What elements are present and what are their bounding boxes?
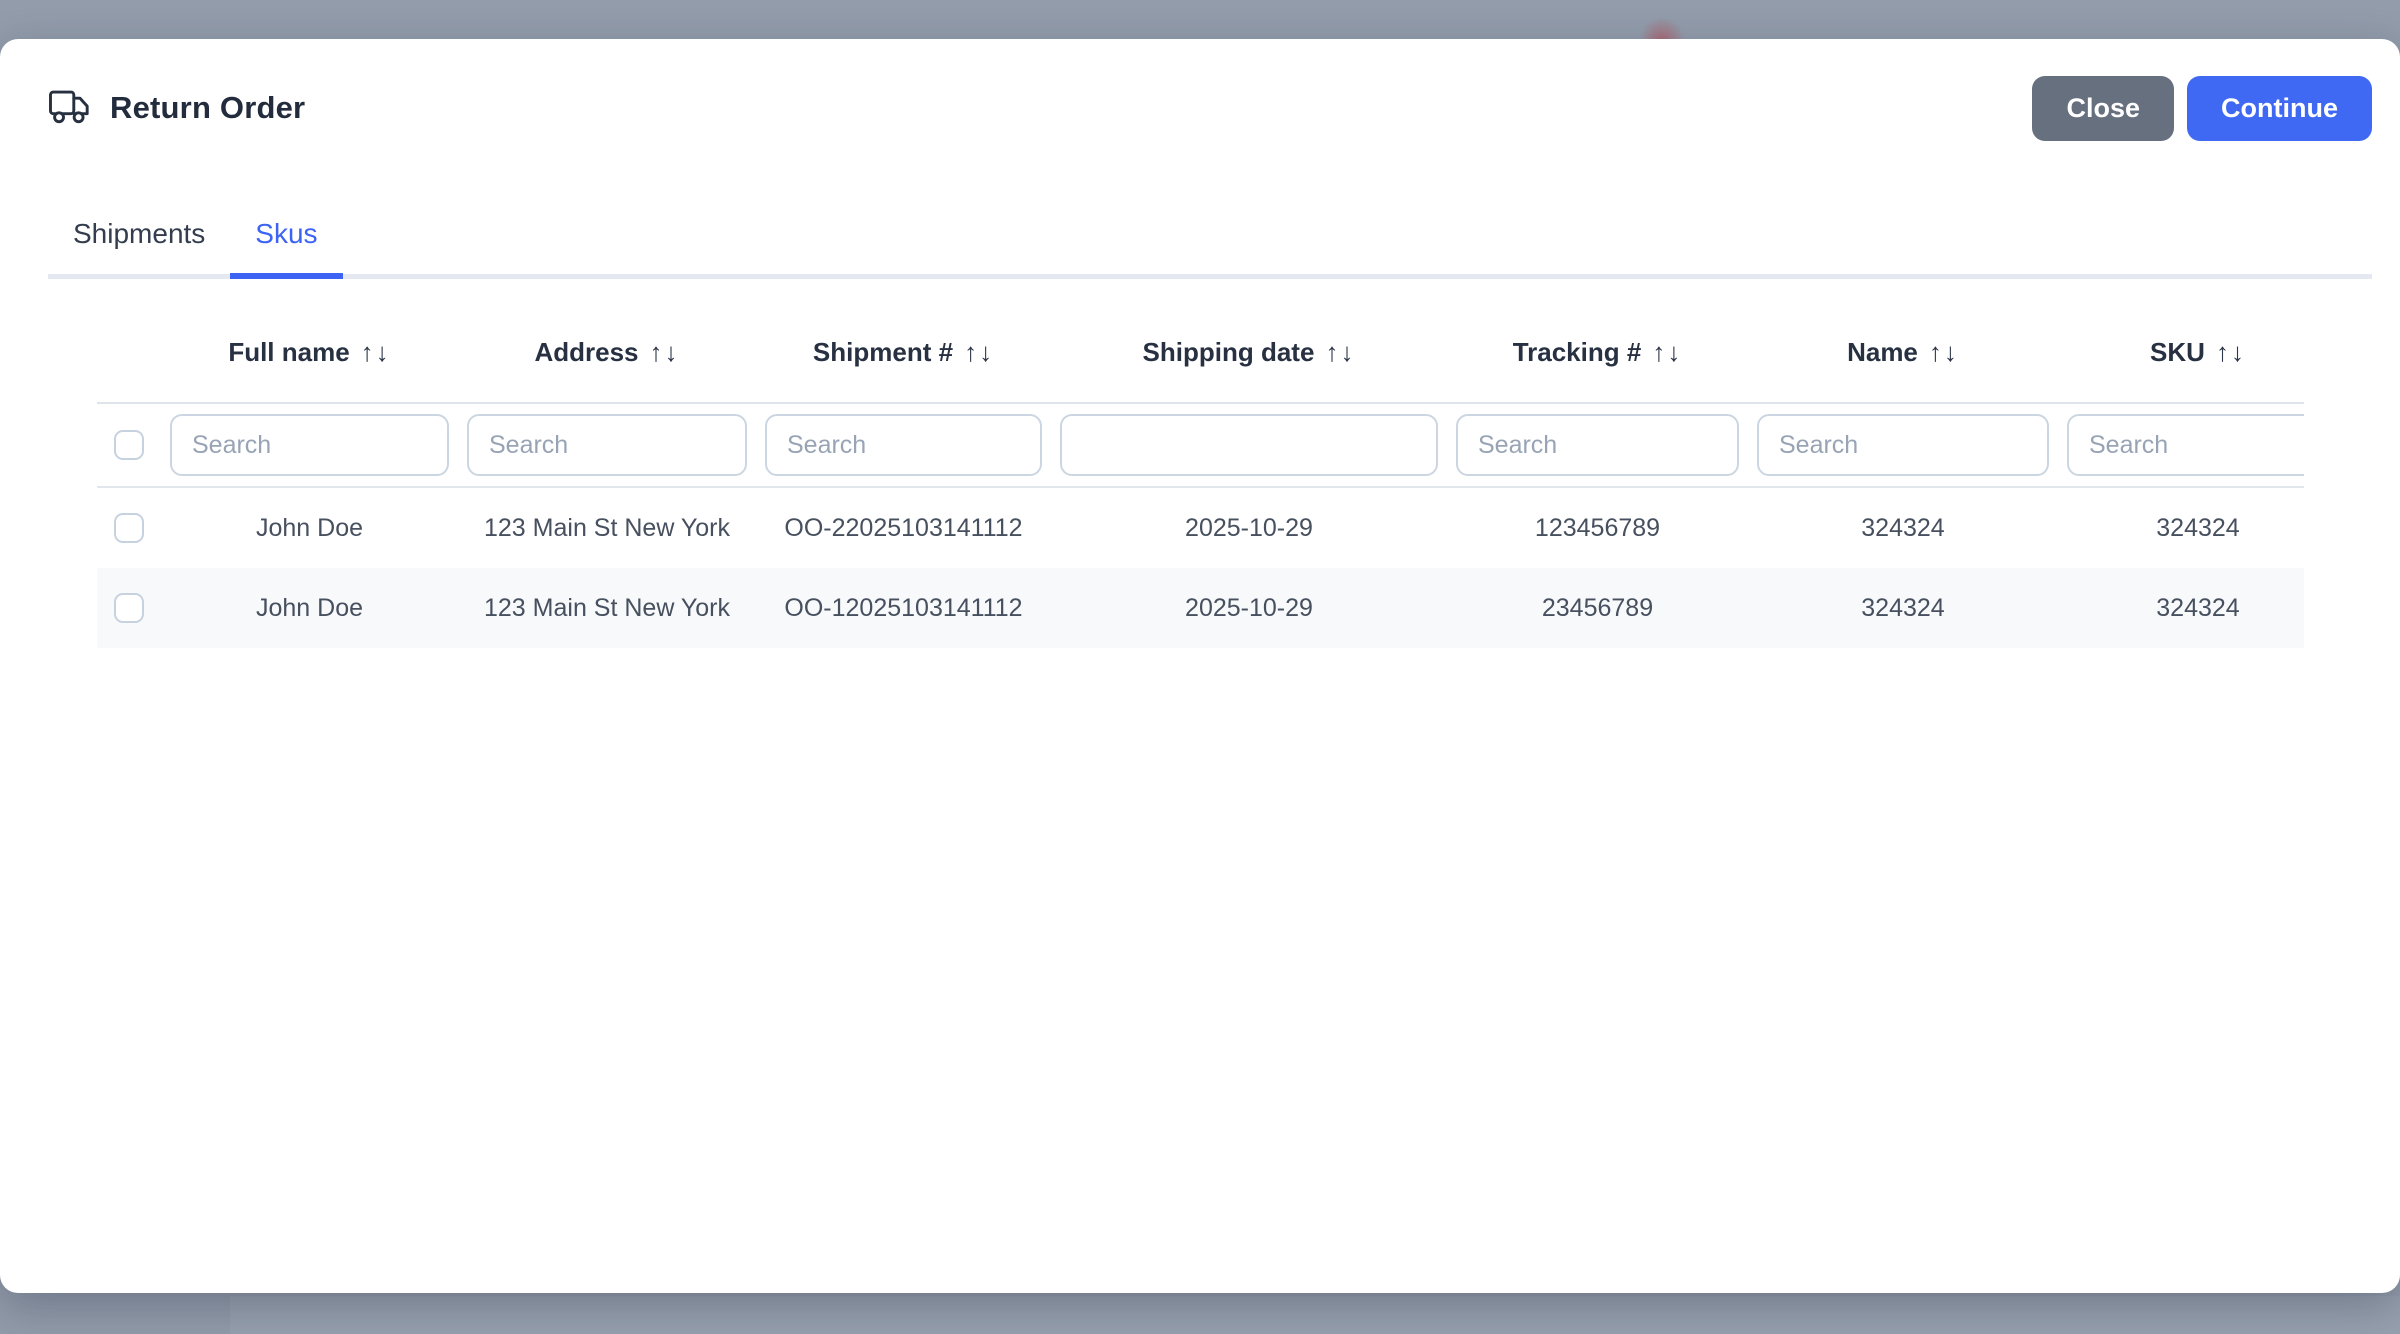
- continue-button[interactable]: Continue: [2187, 76, 2372, 141]
- column-header-name[interactable]: Name ↑↓: [1748, 337, 2058, 368]
- cell-name: 324324: [1748, 594, 2058, 623]
- cell-shipment: OO-12025103141112: [756, 594, 1051, 623]
- search-input-full-name[interactable]: [170, 414, 449, 476]
- column-label: Tracking #: [1513, 337, 1642, 368]
- table-filter-row: [97, 404, 2304, 488]
- tab-shipments[interactable]: Shipments: [48, 210, 230, 274]
- cell-full-name: John Doe: [161, 514, 458, 543]
- sort-icon[interactable]: ↑↓: [2216, 337, 2246, 368]
- column-header-sku[interactable]: SKU ↑↓: [2058, 337, 2304, 368]
- table-header-row: Full name ↑↓ Address ↑↓ Shipment # ↑↓ Sh…: [97, 326, 2304, 404]
- sort-icon[interactable]: ↑↓: [1325, 337, 1355, 368]
- column-header-address[interactable]: Address ↑↓: [458, 337, 756, 368]
- row-checkbox[interactable]: [114, 593, 144, 623]
- return-order-modal: Return Order Close Continue Shipments Sk…: [0, 39, 2400, 1293]
- skus-table: Full name ↑↓ Address ↑↓ Shipment # ↑↓ Sh…: [97, 326, 2304, 648]
- cell-name: 324324: [1748, 514, 2058, 543]
- search-input-sku[interactable]: [2067, 414, 2304, 476]
- search-input-shipment[interactable]: [765, 414, 1042, 476]
- column-label: SKU: [2150, 337, 2205, 368]
- background-page-artifact: [230, 1296, 2400, 1334]
- cell-sku: 324324: [2058, 594, 2304, 623]
- column-label: Shipment #: [813, 337, 953, 368]
- cell-shipping-date: 2025-10-29: [1051, 514, 1447, 543]
- column-label: Shipping date: [1143, 337, 1315, 368]
- cell-tracking: 23456789: [1447, 594, 1748, 623]
- sort-icon[interactable]: ↑↓: [964, 337, 994, 368]
- row-checkbox[interactable]: [114, 513, 144, 543]
- cell-address: 123 Main St New York: [458, 514, 756, 543]
- cell-shipment: OO-22025103141112: [756, 514, 1051, 543]
- cell-tracking: 123456789: [1447, 514, 1748, 543]
- sort-icon[interactable]: ↑↓: [1929, 337, 1959, 368]
- search-input-name[interactable]: [1757, 414, 2049, 476]
- column-header-full-name[interactable]: Full name ↑↓: [161, 337, 458, 368]
- tab-skus[interactable]: Skus: [230, 210, 342, 274]
- column-label: Name: [1847, 337, 1918, 368]
- cell-full-name: John Doe: [161, 594, 458, 623]
- close-button[interactable]: Close: [2032, 76, 2174, 141]
- column-label: Full name: [228, 337, 349, 368]
- title-wrap: Return Order: [48, 90, 305, 126]
- sort-icon[interactable]: ↑↓: [361, 337, 391, 368]
- search-input-address[interactable]: [467, 414, 747, 476]
- search-input-shipping-date[interactable]: [1060, 414, 1438, 476]
- cell-address: 123 Main St New York: [458, 594, 756, 623]
- header-buttons: Close Continue: [2032, 76, 2372, 141]
- modal-header: Return Order Close Continue: [48, 75, 2372, 141]
- tab-bar: Shipments Skus: [48, 210, 2372, 279]
- search-input-tracking[interactable]: [1456, 414, 1739, 476]
- column-header-shipment[interactable]: Shipment # ↑↓: [756, 337, 1051, 368]
- truck-icon: [48, 90, 90, 126]
- column-header-shipping-date[interactable]: Shipping date ↑↓: [1051, 337, 1447, 368]
- cell-sku: 324324: [2058, 514, 2304, 543]
- table-row[interactable]: John Doe 123 Main St New York OO-1202510…: [97, 568, 2304, 648]
- column-label: Address: [534, 337, 638, 368]
- column-header-tracking[interactable]: Tracking # ↑↓: [1447, 337, 1748, 368]
- sort-icon[interactable]: ↑↓: [650, 337, 680, 368]
- page-title: Return Order: [110, 90, 305, 126]
- sort-icon[interactable]: ↑↓: [1652, 337, 1682, 368]
- cell-shipping-date: 2025-10-29: [1051, 594, 1447, 623]
- select-all-checkbox[interactable]: [114, 430, 144, 460]
- table-row[interactable]: John Doe 123 Main St New York OO-2202510…: [97, 488, 2304, 568]
